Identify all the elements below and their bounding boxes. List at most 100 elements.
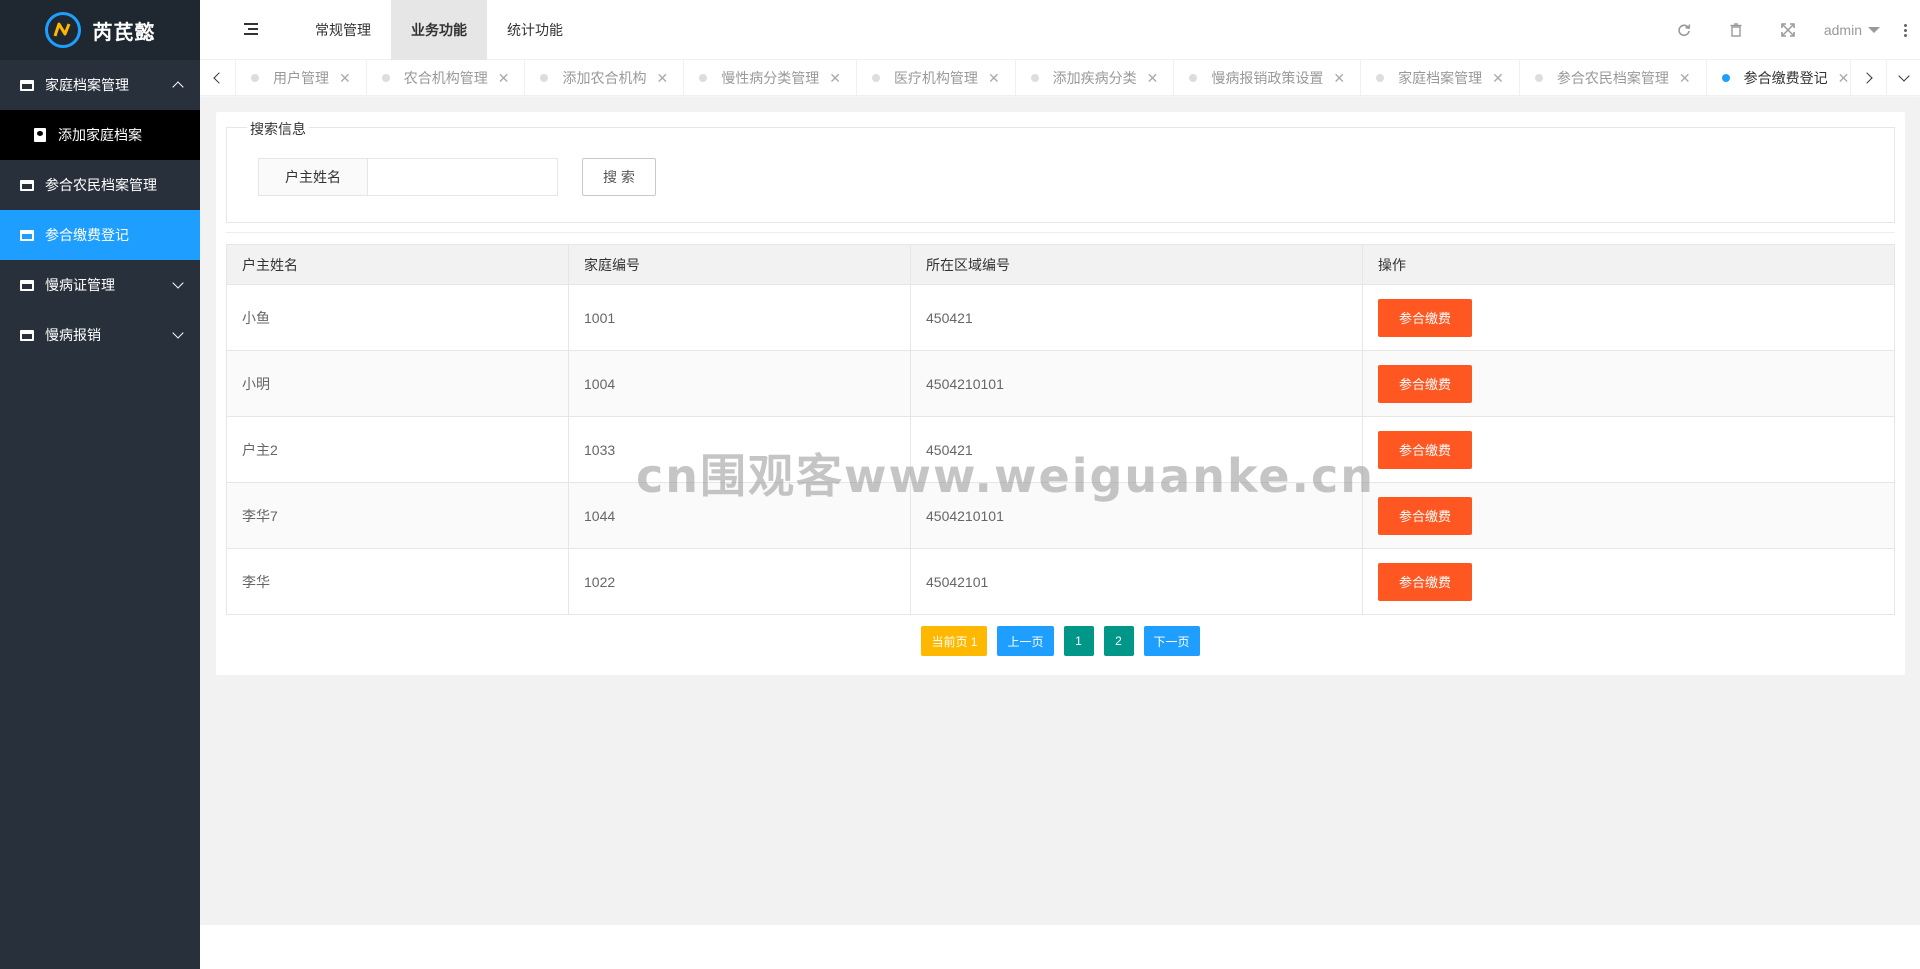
dot-icon <box>1376 74 1385 82</box>
logo[interactable]: 芮芪懿 <box>0 0 200 60</box>
sidebar-item-farmer-archive[interactable]: 参合农民档案管理 <box>0 160 200 210</box>
trash-icon[interactable] <box>1710 0 1762 60</box>
tab-label: 添加农合机构 <box>562 70 647 86</box>
chevron-up-icon <box>172 81 184 93</box>
close-icon[interactable]: ✕ <box>829 70 841 87</box>
tab-add-coop-org[interactable]: 添加农合机构 ✕ <box>525 60 685 96</box>
top-menu-business[interactable]: 业务功能 <box>391 0 487 60</box>
tab-family-archive[interactable]: 家庭档案管理 ✕ <box>1361 60 1520 96</box>
tab-label: 慢性病分类管理 <box>721 70 820 86</box>
prev-page-button[interactable]: 上一页 <box>997 626 1054 656</box>
dot-icon <box>699 74 708 82</box>
close-icon[interactable]: ✕ <box>1838 70 1850 87</box>
sidebar-subitem-add-family-archive[interactable]: 添加家庭档案 <box>0 110 200 160</box>
sidebar: 芮芪懿 家庭档案管理 添加家庭档案 参合农民档案管理 参合缴费登记 慢病证管理 … <box>0 0 200 969</box>
tab-coop-org[interactable]: 农合机构管理 ✕ <box>367 60 526 96</box>
tab-label: 用户管理 <box>273 70 329 86</box>
column-header: 户主姓名 <box>226 244 569 285</box>
tab-dropdown-button[interactable] <box>1886 60 1920 96</box>
table-row: 小鱼 1001 450421 参合缴费 <box>226 284 1895 351</box>
content-card: 搜索信息 户主姓名 搜 索 户主姓名 家庭编号 所在区域编号 操作 小鱼 100… <box>216 112 1905 675</box>
sidebar-item-label: 慢病证管理 <box>45 277 115 293</box>
sidebar-item-label: 参合缴费登记 <box>45 227 129 243</box>
householder-name-input[interactable] <box>368 158 558 196</box>
dot-icon <box>251 74 259 82</box>
chevron-right-icon <box>1861 72 1873 84</box>
close-icon[interactable]: ✕ <box>1147 70 1159 87</box>
search-button[interactable]: 搜 索 <box>582 158 656 196</box>
caret-down-icon <box>1868 27 1880 33</box>
cell-area-no: 450421 <box>910 416 1363 483</box>
pay-button[interactable]: 参合缴费 <box>1378 562 1472 601</box>
user-menu[interactable]: admin <box>1814 22 1890 38</box>
tab-label: 医疗机构管理 <box>893 70 978 86</box>
main-content: 搜索信息 户主姓名 搜 索 户主姓名 家庭编号 所在区域编号 操作 小鱼 100… <box>200 97 1920 925</box>
tab-scroll-left-button[interactable] <box>200 60 236 96</box>
window-icon <box>20 279 34 291</box>
close-icon[interactable]: ✕ <box>498 70 510 87</box>
tab-label: 添加疾病分类 <box>1052 70 1137 86</box>
tab-farmer-archive[interactable]: 参合农民档案管理 ✕ <box>1520 60 1707 96</box>
cell-action: 参合缴费 <box>1362 548 1895 615</box>
tab-label: 农合机构管理 <box>403 70 488 86</box>
window-icon <box>20 79 34 91</box>
column-header: 家庭编号 <box>568 244 911 285</box>
search-label: 户主姓名 <box>258 158 368 196</box>
table-row: 李华 1022 45042101 参合缴费 <box>226 548 1895 615</box>
chevron-left-icon <box>213 72 225 84</box>
close-icon[interactable]: ✕ <box>339 70 351 87</box>
tab-user-management[interactable]: 用户管理 ✕ <box>236 60 367 96</box>
sidebar-item-family-archive[interactable]: 家庭档案管理 <box>0 60 200 110</box>
close-icon[interactable]: ✕ <box>656 70 668 87</box>
next-page-button[interactable]: 下一页 <box>1143 626 1200 656</box>
pagination: 当前页 1 上一页 1 2 下一页 <box>216 626 1905 656</box>
tab-chronic-category[interactable]: 慢性病分类管理 ✕ <box>684 60 857 96</box>
tab-medical-org[interactable]: 医疗机构管理 ✕ <box>857 60 1016 96</box>
top-menu-general[interactable]: 常规管理 <box>295 0 391 60</box>
cell-area-no: 450421 <box>910 284 1363 351</box>
window-icon <box>20 179 34 191</box>
page-number-button[interactable]: 2 <box>1103 626 1134 656</box>
pay-button[interactable]: 参合缴费 <box>1378 298 1472 337</box>
close-icon[interactable]: ✕ <box>988 70 1000 87</box>
sidebar-item-payment-register[interactable]: 参合缴费登记 <box>0 210 200 260</box>
tab-scroll-right-button[interactable] <box>1850 60 1886 96</box>
table-row: 李华7 1044 4504210101 参合缴费 <box>226 482 1895 549</box>
sidebar-item-chronic-cert[interactable]: 慢病证管理 <box>0 260 200 310</box>
sidebar-item-chronic-reimburse[interactable]: 慢病报销 <box>0 310 200 360</box>
dot-icon <box>1030 74 1039 82</box>
tab-bar: 用户管理 ✕ 农合机构管理 ✕ 添加农合机构 ✕ 慢性病分类管理 ✕ 医疗机构管理 ✕ 添… <box>200 60 1920 96</box>
more-vertical-icon[interactable] <box>1890 23 1920 37</box>
top-header: 常规管理 业务功能 统计功能 admin <box>200 0 1920 60</box>
tab-label: 参合缴费登记 <box>1743 70 1828 86</box>
dot-icon <box>1189 74 1198 82</box>
fullscreen-icon[interactable] <box>1762 0 1814 60</box>
user-name: admin <box>1823 22 1862 38</box>
cell-area-no: 45042101 <box>910 548 1363 615</box>
cell-action: 参合缴费 <box>1362 284 1895 351</box>
logo-text: 芮芪懿 <box>92 21 156 44</box>
divider <box>226 232 1895 233</box>
table-row: 小明 1004 4504210101 参合缴费 <box>226 350 1895 417</box>
cell-name: 小鱼 <box>226 284 569 351</box>
page-number-button[interactable]: 1 <box>1063 626 1094 656</box>
tab-reimburse-policy[interactable]: 慢病报销政策设置 ✕ <box>1174 60 1362 96</box>
window-icon <box>20 329 34 341</box>
close-icon[interactable]: ✕ <box>1492 70 1504 87</box>
pay-button[interactable]: 参合缴费 <box>1378 430 1472 469</box>
tabs-list: 用户管理 ✕ 农合机构管理 ✕ 添加农合机构 ✕ 慢性病分类管理 ✕ 医疗机构管理 ✕ 添… <box>236 60 1850 96</box>
sidebar-subitem-label: 添加家庭档案 <box>58 127 142 143</box>
top-menu-statistics[interactable]: 统计功能 <box>487 0 583 60</box>
cell-family-no: 1001 <box>568 284 911 351</box>
close-icon[interactable]: ✕ <box>1333 70 1345 87</box>
pay-button[interactable]: 参合缴费 <box>1378 364 1472 403</box>
refresh-icon[interactable] <box>1658 0 1710 60</box>
tab-add-disease-category[interactable]: 添加疾病分类 ✕ <box>1016 60 1175 96</box>
tab-payment-register[interactable]: 参合缴费登记 ✕ <box>1707 60 1850 96</box>
menu-toggle-icon[interactable] <box>244 23 258 35</box>
chevron-down-icon <box>1897 70 1910 82</box>
sidebar-item-label: 慢病报销 <box>45 327 101 343</box>
pay-button[interactable]: 参合缴费 <box>1378 496 1472 535</box>
close-icon[interactable]: ✕ <box>1679 70 1691 87</box>
search-fieldset: 搜索信息 户主姓名 搜 索 <box>226 119 1895 223</box>
